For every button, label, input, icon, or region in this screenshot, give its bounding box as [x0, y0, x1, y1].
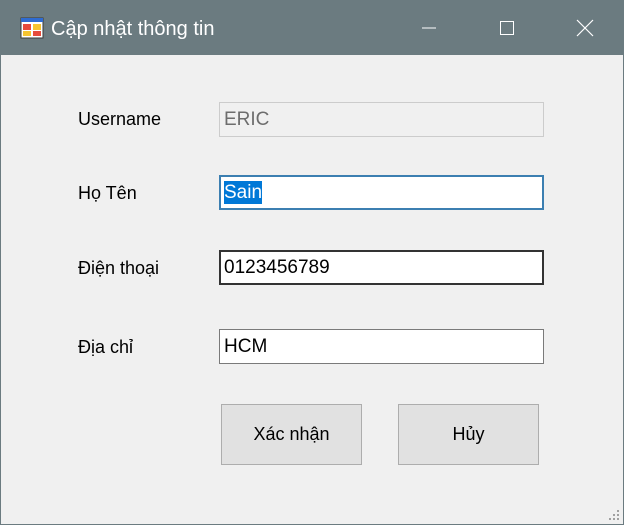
dialog-window: Cập nhật thông tin Username ERIC Họ Tên …: [0, 0, 624, 525]
confirm-button[interactable]: Xác nhận: [221, 404, 362, 465]
username-field[interactable]: ERIC: [219, 102, 544, 137]
close-icon: [576, 19, 594, 37]
title-bar[interactable]: Cập nhật thông tin: [1, 1, 623, 55]
maximize-button[interactable]: [467, 1, 547, 55]
fullname-value: Sain: [224, 181, 263, 204]
confirm-button-label: Xác nhận: [253, 424, 330, 444]
resize-grip-icon[interactable]: [606, 507, 620, 521]
maximize-icon: [500, 21, 514, 35]
cancel-button-label: Hủy: [452, 424, 485, 444]
address-field[interactable]: HCM: [219, 329, 544, 364]
window-title: Cập nhật thông tin: [51, 18, 215, 40]
address-label: Địa chỉ: [78, 337, 134, 357]
close-button[interactable]: [545, 1, 623, 55]
phone-field[interactable]: 0123456789: [219, 250, 544, 285]
fullname-label: Họ Tên: [78, 183, 137, 203]
phone-value: 0123456789: [224, 257, 330, 278]
username-value: ERIC: [224, 109, 270, 130]
username-label: Username: [78, 109, 162, 129]
cancel-button[interactable]: Hủy: [398, 404, 539, 465]
minimize-icon: [422, 27, 436, 29]
address-value: HCM: [224, 336, 268, 357]
winforms-app-icon: [20, 17, 44, 39]
phone-label: Điện thoại: [78, 258, 160, 278]
fullname-field[interactable]: Sain: [219, 175, 544, 210]
minimize-button[interactable]: [389, 1, 469, 55]
